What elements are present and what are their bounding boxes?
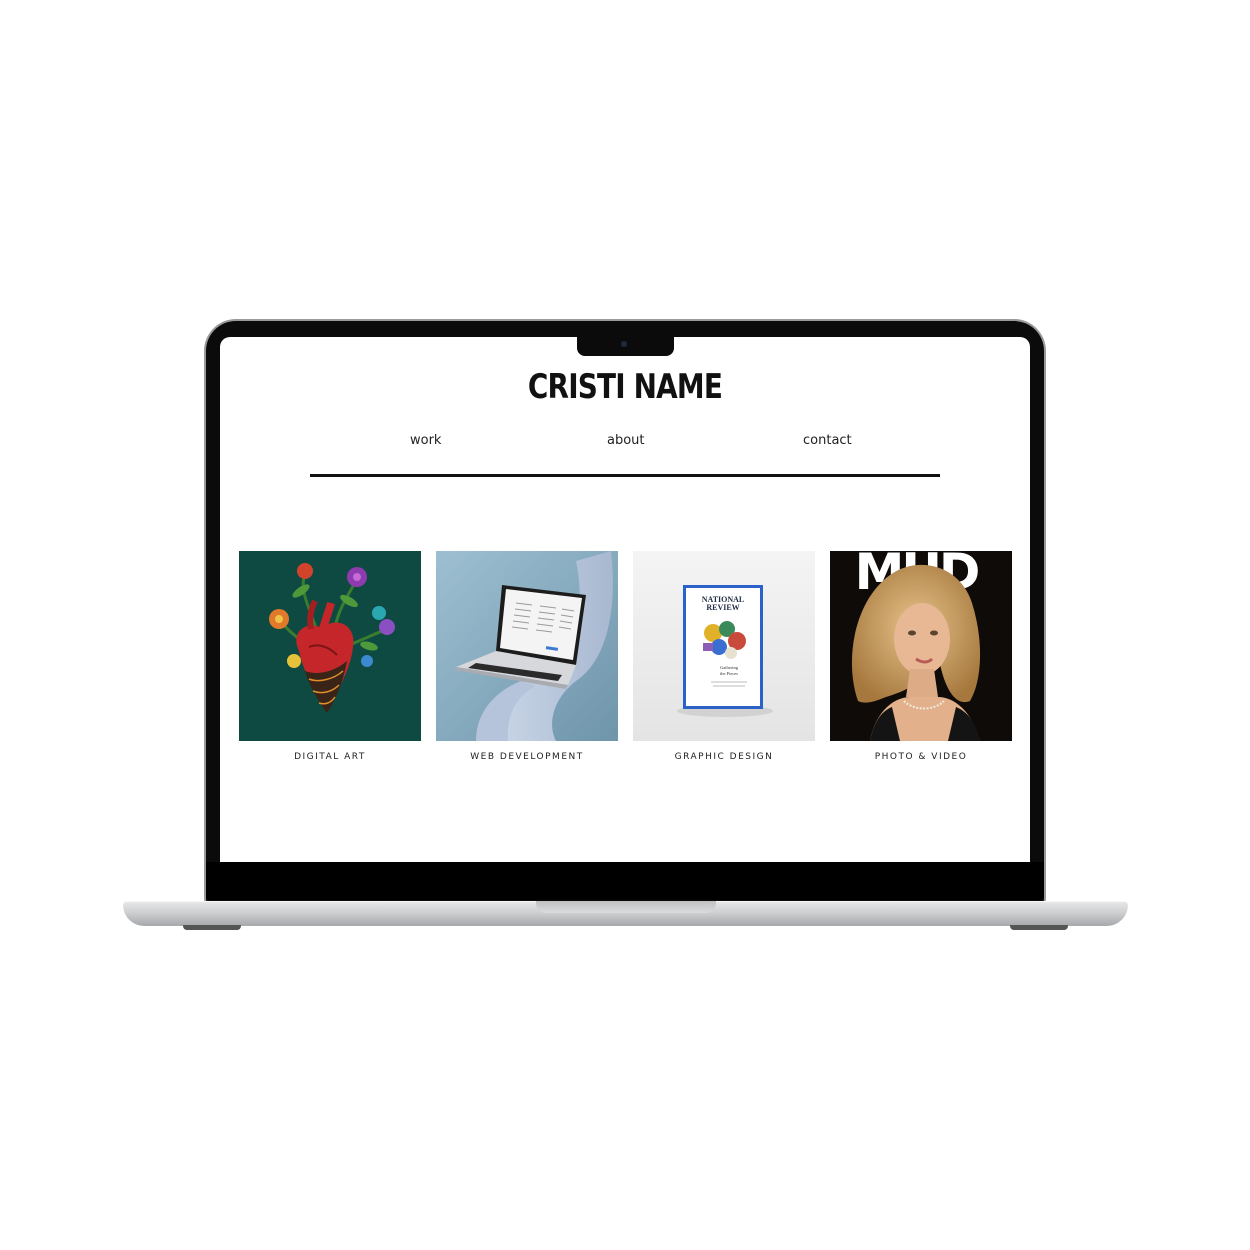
tile-web-development[interactable] bbox=[436, 551, 618, 741]
heart-illustration-image bbox=[239, 551, 421, 741]
tile-graphic-design[interactable]: NATIONAL REVIEW Gathering the Pieces bbox=[633, 551, 815, 741]
nav-divider bbox=[310, 474, 940, 477]
site-title[interactable]: CRISTI NAME bbox=[293, 367, 957, 407]
magazine-subtitle-line-2: the Pieces bbox=[720, 671, 738, 676]
laptop-foot-left bbox=[183, 925, 241, 930]
camera-icon bbox=[621, 341, 627, 347]
tile-caption-digital-art[interactable]: DIGITAL ART bbox=[239, 752, 421, 762]
laptop-bezel-bottom bbox=[206, 862, 1044, 900]
tile-caption-graphic-design[interactable]: GRAPHIC DESIGN bbox=[633, 752, 815, 762]
camera-notch bbox=[577, 337, 674, 356]
nav-link-contact[interactable]: contact bbox=[803, 433, 852, 448]
tile-caption-photo-video[interactable]: PHOTO & VIDEO bbox=[830, 752, 1012, 762]
laptop-opening-notch bbox=[536, 901, 716, 913]
nav-link-work[interactable]: work bbox=[410, 433, 441, 448]
magazine-mockup-image: NATIONAL REVIEW Gathering the Pieces bbox=[633, 551, 815, 741]
nav-link-about[interactable]: about bbox=[607, 433, 645, 448]
main-nav: work about contact bbox=[220, 433, 1030, 451]
laptop-mockup-image bbox=[436, 551, 618, 741]
laptop-foot-right bbox=[1010, 925, 1068, 930]
magazine-cover-photo-image: MUD bbox=[830, 551, 1012, 741]
magazine-title-line-2: REVIEW bbox=[706, 603, 739, 612]
tile-photo-video[interactable]: MUD bbox=[830, 551, 1012, 741]
tile-digital-art[interactable] bbox=[239, 551, 421, 741]
tile-caption-web-development[interactable]: WEB DEVELOPMENT bbox=[436, 752, 618, 762]
laptop-screen: CRISTI NAME work about contact DIGITAL A… bbox=[220, 337, 1030, 862]
magazine-subtitle-line-1: Gathering bbox=[720, 665, 739, 670]
